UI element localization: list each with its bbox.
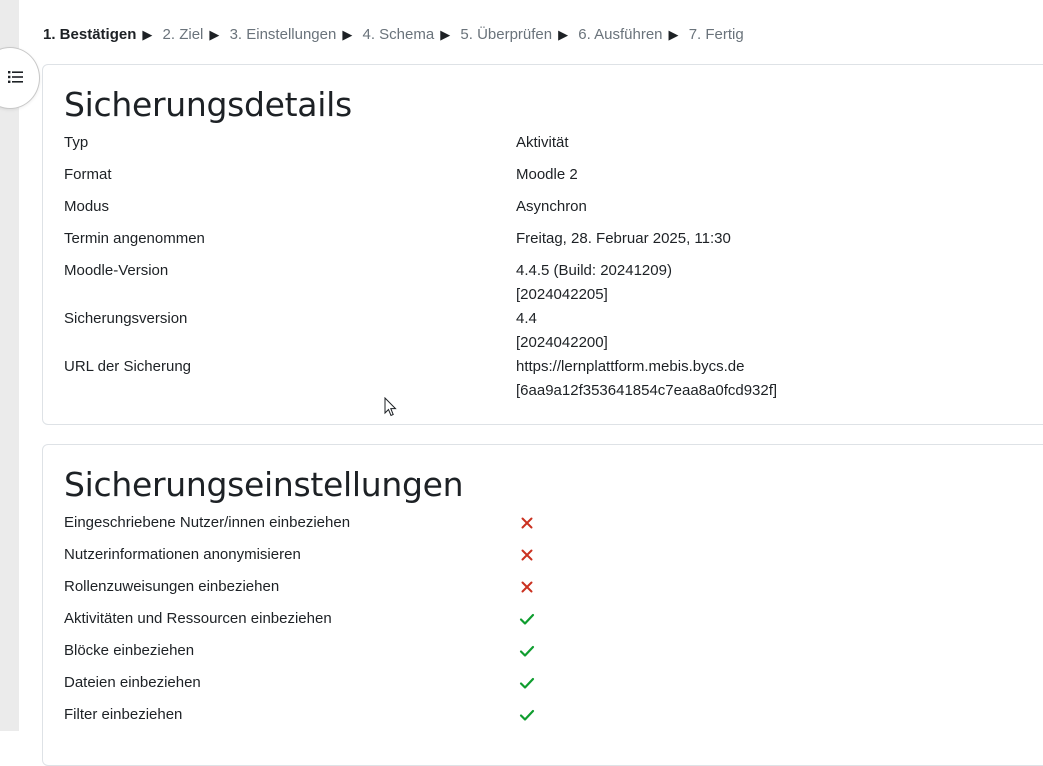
check-icon [519, 677, 535, 689]
detail-label: URL der Sicherung [64, 358, 192, 375]
setting-label: Eingeschriebene Nutzer/innen einbeziehen [64, 514, 351, 531]
step-separator: ▶ [142, 27, 153, 42]
detail-value: https://lernplattform.mebis.bycs.de [6aa… [516, 355, 777, 403]
step-destination: 2. Ziel [162, 26, 204, 43]
detail-label: Modus [64, 198, 110, 215]
detail-value-line: 4.4 [516, 310, 537, 327]
step-separator: ▶ [440, 27, 451, 42]
backup-settings-title: Sicherungseinstellungen [64, 465, 464, 504]
cross-icon [521, 517, 533, 529]
step-separator: ▶ [558, 27, 569, 42]
detail-label: Termin angenommen [64, 230, 205, 247]
step-perform: 6. Ausführen [578, 26, 663, 43]
setting-label: Rollenzuweisungen einbeziehen [64, 578, 280, 595]
backup-details-title: Sicherungsdetails [64, 85, 352, 124]
setting-label: Blöcke einbeziehen [64, 642, 195, 659]
left-rail [0, 0, 19, 731]
course-index-toggle-button[interactable] [0, 47, 40, 109]
detail-label: Typ [64, 134, 89, 151]
step-schema: 4. Schema [362, 26, 435, 43]
backup-progress-steps: 1. Bestätigen ▶ 2. Ziel ▶ 3. Einstellungen… [43, 26, 744, 43]
detail-value-line: [6aa9a12f353641854c7eaa8a0fcd932f] [516, 382, 778, 399]
step-separator: ▶ [209, 27, 220, 42]
check-icon [519, 645, 535, 657]
setting-label: Aktivitäten und Ressourcen einbeziehen [64, 610, 332, 627]
step-settings: 3. Einstellungen [229, 26, 337, 43]
detail-value: Freitag, 28. Februar 2025, 11:30 [516, 230, 731, 247]
detail-value: 4.4.5 (Build: 20241209) [2024042205] [516, 259, 672, 307]
mouse-cursor-icon [384, 397, 397, 417]
step-review: 5. Überprüfen [460, 26, 553, 43]
check-icon [519, 709, 535, 721]
detail-label: Moodle-Version [64, 262, 169, 279]
detail-value-line: [2024042205] [516, 286, 608, 303]
detail-label: Format [64, 166, 112, 183]
cross-icon [521, 549, 533, 561]
list-icon [8, 71, 23, 83]
step-complete: 7. Fertig [688, 26, 744, 43]
check-icon [519, 613, 535, 625]
backup-settings-card: Sicherungseinstellungen Eingeschriebene … [42, 444, 1043, 766]
step-separator: ▶ [668, 27, 679, 42]
setting-label: Nutzerinformationen anonymisieren [64, 546, 301, 563]
detail-value-line: 4.4.5 (Build: 20241209) [516, 262, 672, 279]
detail-value: Aktivität [516, 134, 569, 151]
step-confirm: 1. Bestätigen [43, 26, 137, 43]
detail-label: Sicherungsversion [64, 310, 188, 327]
detail-value: Asynchron [516, 198, 587, 215]
detail-value: 4.4 [2024042200] [516, 307, 608, 355]
setting-label: Dateien einbeziehen [64, 674, 201, 691]
step-separator: ▶ [342, 27, 353, 42]
detail-value-line: https://lernplattform.mebis.bycs.de [516, 358, 745, 375]
backup-details-card: Sicherungsdetails Typ Aktivität Format M… [42, 64, 1043, 425]
setting-label: Filter einbeziehen [64, 706, 183, 723]
cross-icon [521, 581, 533, 593]
detail-value-line: [2024042200] [516, 334, 608, 351]
detail-value: Moodle 2 [516, 166, 578, 183]
